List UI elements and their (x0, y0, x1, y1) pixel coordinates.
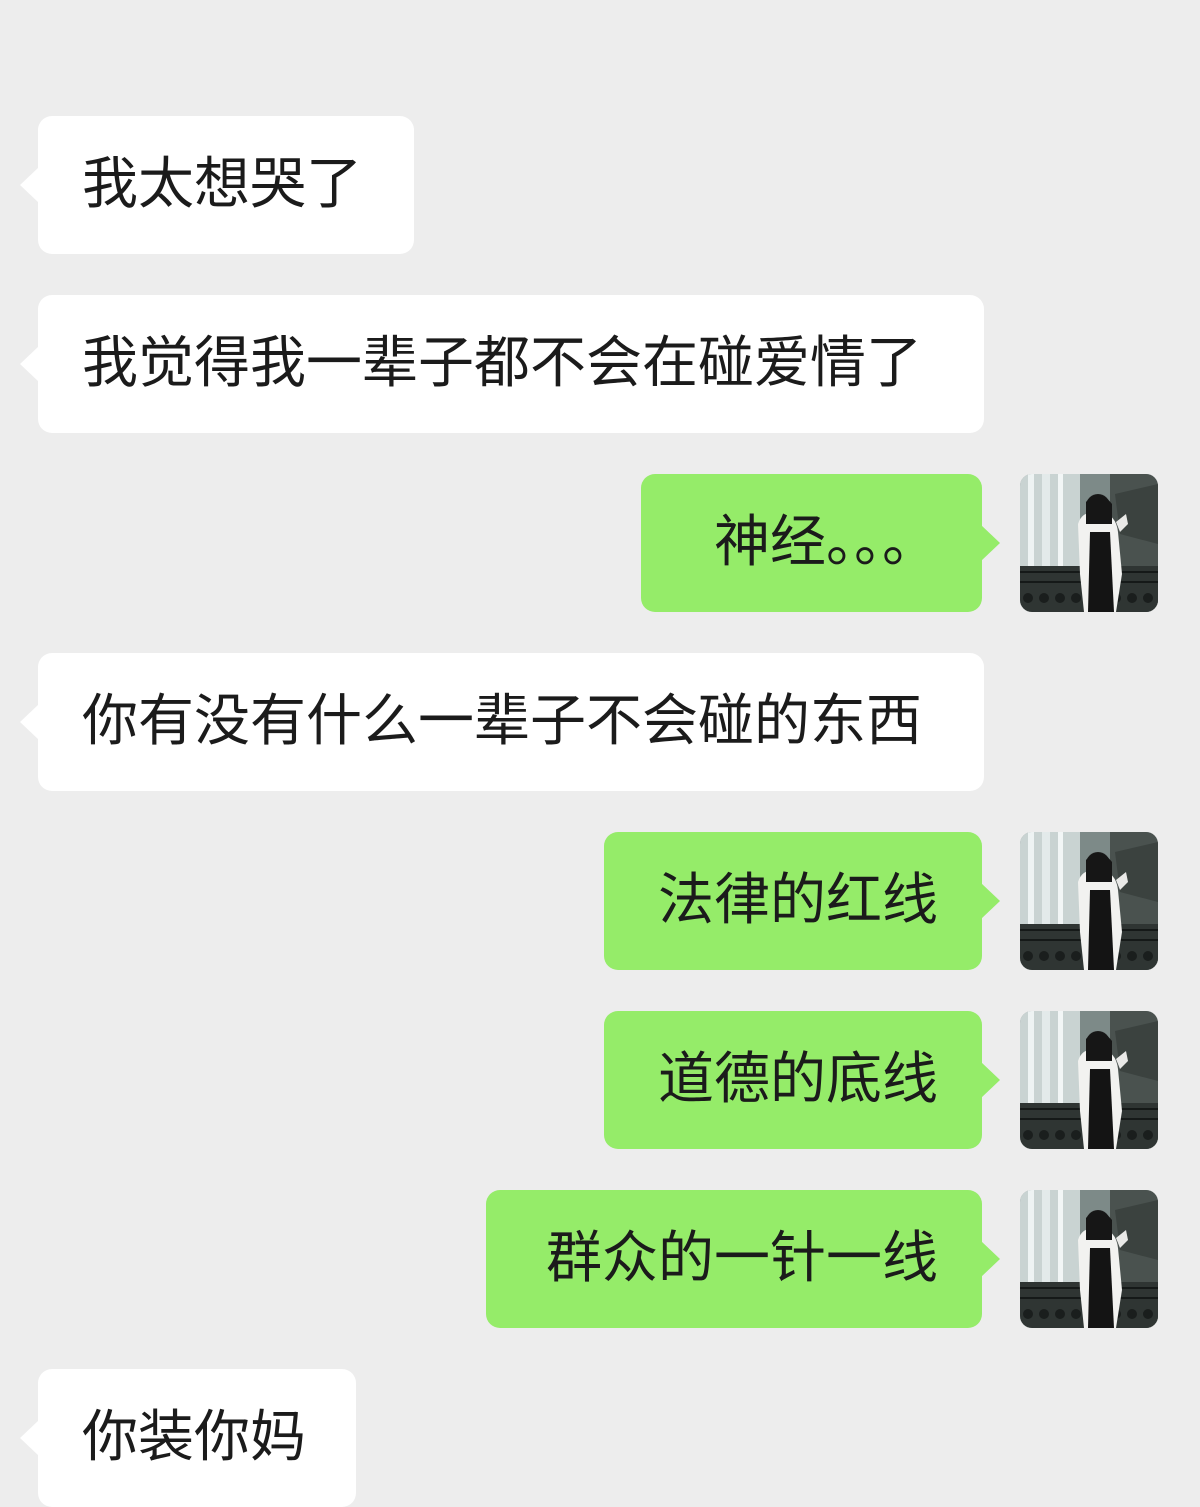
incoming-message: 你装你妈 (0, 1369, 1200, 1507)
incoming-message-bubble[interactable]: 我觉得我一辈子都不会在碰爱情了 (20, 295, 984, 433)
outgoing-message: 群众的一针一线 (0, 1190, 1200, 1328)
user-avatar[interactable] (1020, 474, 1158, 612)
incoming-message: 我觉得我一辈子都不会在碰爱情了 (0, 295, 1200, 433)
user-avatar[interactable] (1020, 1190, 1158, 1328)
incoming-message: 你有没有什么一辈子不会碰的东西 (0, 653, 1200, 791)
outgoing-message-bubble[interactable]: 神经。。。 (641, 474, 1000, 612)
incoming-message-bubble[interactable]: 你装你妈 (20, 1369, 356, 1507)
outgoing-message: 道德的底线 (0, 1011, 1200, 1149)
incoming-message-bubble[interactable]: 我太想哭了 (20, 116, 414, 254)
outgoing-message: 神经。。。 (0, 474, 1200, 612)
user-avatar[interactable] (1020, 832, 1158, 970)
incoming-message-bubble[interactable]: 你有没有什么一辈子不会碰的东西 (20, 653, 984, 791)
incoming-message: 我太想哭了 (0, 116, 1200, 254)
chat-message-list[interactable]: 我太想哭了 我觉得我一辈子都不会在碰爱情了 神经。。。 你有没有什么一辈子不会碰… (0, 0, 1200, 1507)
outgoing-message-bubble[interactable]: 群众的一针一线 (486, 1190, 1000, 1328)
user-avatar[interactable] (1020, 1011, 1158, 1149)
outgoing-message: 法律的红线 (0, 832, 1200, 970)
outgoing-message-bubble[interactable]: 道德的底线 (604, 1011, 1000, 1149)
outgoing-message-bubble[interactable]: 法律的红线 (604, 832, 1000, 970)
